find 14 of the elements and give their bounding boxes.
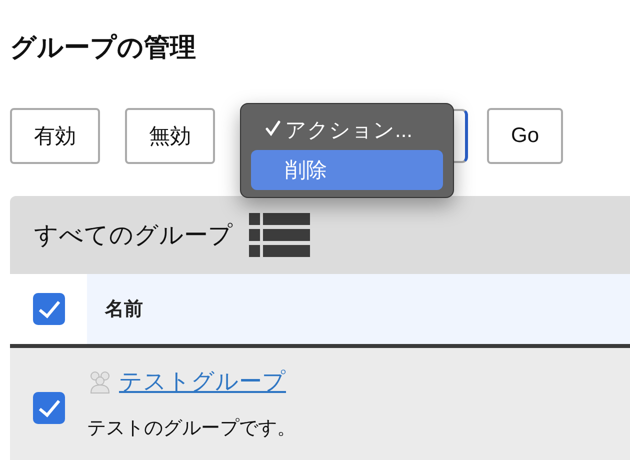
menu-option[interactable]: アクション...	[251, 110, 443, 150]
column-header[interactable]: 名前	[87, 274, 630, 344]
list-view-icon[interactable]	[249, 213, 310, 257]
row-checkbox[interactable]	[32, 392, 64, 424]
page-title: グループの管理	[10, 31, 197, 64]
check-icon	[265, 120, 281, 136]
action-button[interactable]: 有効	[10, 108, 100, 164]
group-link[interactable]: テストグループ	[119, 366, 286, 397]
action-button[interactable]: 無効	[125, 108, 215, 164]
menu-option[interactable]: 削除	[251, 150, 443, 190]
panel-title: すべてのグループ	[34, 221, 233, 251]
group-description: テストのグループです。	[87, 417, 297, 441]
go-button[interactable]: Go	[487, 108, 564, 164]
select-all-checkbox[interactable]	[32, 293, 64, 325]
